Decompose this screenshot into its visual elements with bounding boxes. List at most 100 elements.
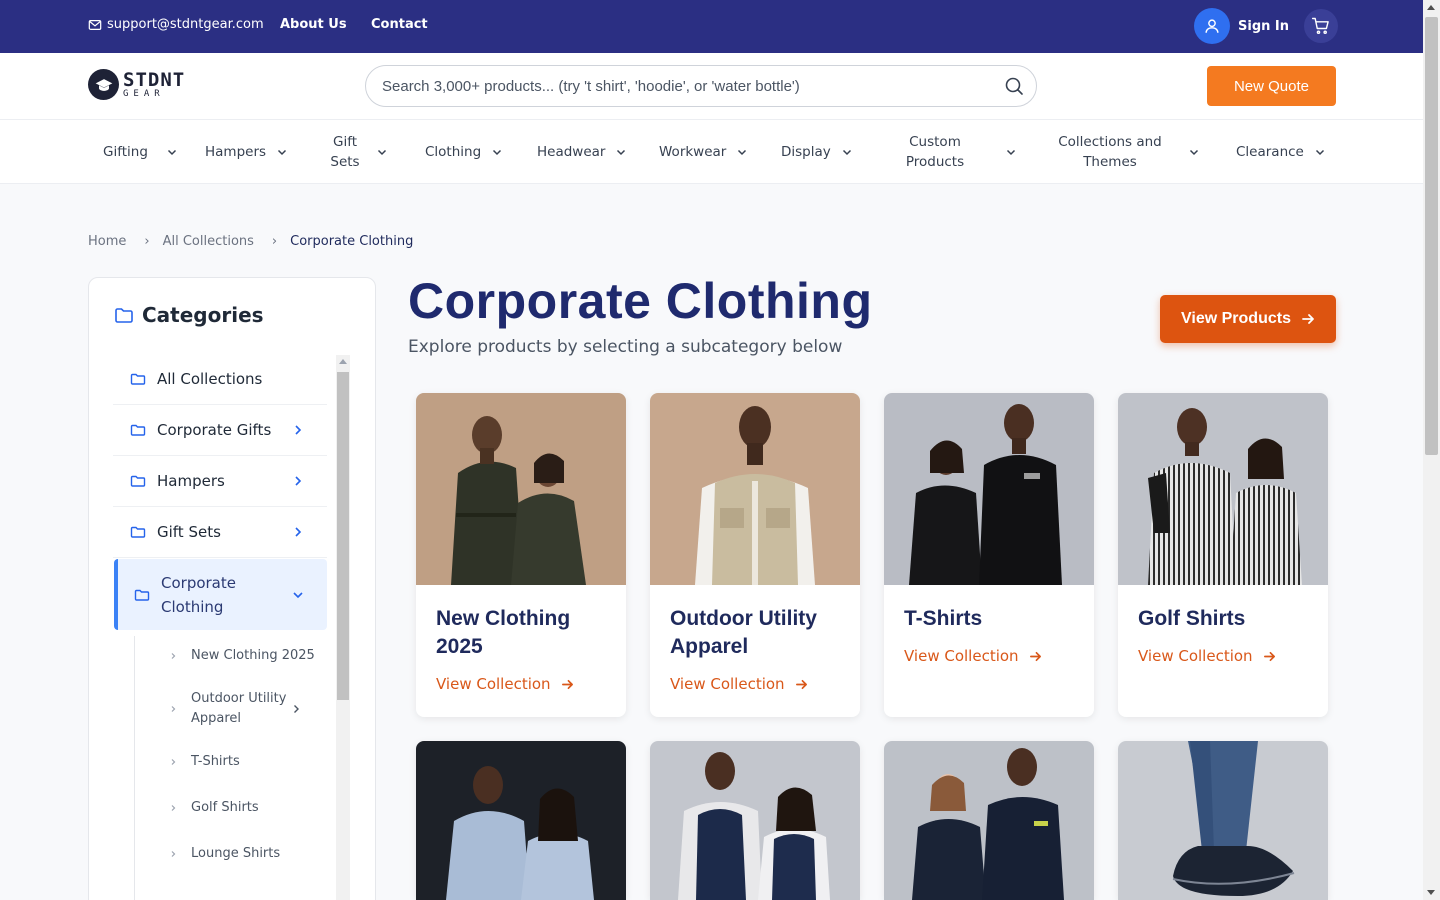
chevron-down-icon xyxy=(1006,149,1016,156)
collection-image xyxy=(650,741,860,900)
sign-in-label: Sign In xyxy=(1238,18,1289,34)
chevron-down-icon[interactable] xyxy=(291,588,305,602)
scroll-up-arrow-icon[interactable] xyxy=(339,359,347,364)
cart-icon xyxy=(1311,17,1329,35)
nav-label: Gift Sets xyxy=(330,134,360,170)
collection-card-image-row2-1[interactable] xyxy=(416,741,626,900)
breadcrumb-home[interactable]: Home xyxy=(88,234,126,249)
collection-card-image-row2-3[interactable] xyxy=(884,741,1094,900)
sidebar-item-label: Corporate Gifts xyxy=(157,421,272,439)
chevron-right-icon: › xyxy=(271,234,278,249)
nav-item-display[interactable]: Display xyxy=(781,120,853,184)
chevron-right-icon[interactable] xyxy=(290,703,302,715)
sidebar-scrollbar[interactable] xyxy=(336,355,350,900)
collection-title: Golf Shirts xyxy=(1138,607,1246,630)
nav-item-custom-products[interactable]: Custom Products xyxy=(895,120,1017,184)
subitem-golf-shirts[interactable]: Golf Shirts xyxy=(135,788,328,828)
subitem-lounge-shirts[interactable]: Lounge Shirts xyxy=(135,834,328,874)
page-scrollbar-thumb[interactable] xyxy=(1425,17,1438,455)
chevron-down-icon xyxy=(493,149,502,156)
nav-label: Gifting xyxy=(103,144,148,160)
sidebar-title: Categories xyxy=(114,303,264,327)
folder-icon xyxy=(130,424,146,436)
logo[interactable]: STDNT GEAR xyxy=(88,69,185,100)
sidebar-item-gift-sets[interactable]: Gift Sets xyxy=(113,507,327,558)
top-bar: support@stdntgear.com About Us Contact S… xyxy=(0,0,1423,53)
contact-link[interactable]: Contact xyxy=(371,17,428,32)
scroll-down-arrow-icon[interactable] xyxy=(1427,890,1435,895)
subitem-label: Outdoor Utility Apparel xyxy=(191,691,287,726)
collection-card-new-clothing-2025[interactable]: New Clothing 2025 View Collection xyxy=(416,393,626,717)
folder-icon xyxy=(130,373,146,385)
subitem-label: Lounge Shirts xyxy=(191,846,281,861)
search-icon[interactable] xyxy=(1004,76,1024,96)
breadcrumb-current: Corporate Clothing xyxy=(290,234,414,249)
nav-label: Hampers xyxy=(205,144,267,160)
breadcrumb-all-collections[interactable]: All Collections xyxy=(163,234,254,249)
sidebar-item-label: All Collections xyxy=(157,370,263,388)
nav-label: Collections and Themes xyxy=(1058,134,1162,170)
arrow-right-icon xyxy=(1302,314,1314,324)
collection-card-golf-shirts[interactable]: Golf Shirts View Collection xyxy=(1118,393,1328,717)
main-nav: Gifting Hampers Gift Sets Clothing Headw… xyxy=(0,120,1423,184)
page-subtitle: Explore products by selecting a subcateg… xyxy=(408,337,843,357)
view-products-button[interactable]: View Products xyxy=(1160,295,1336,343)
search-input[interactable] xyxy=(382,76,982,96)
nav-item-gift-sets[interactable]: Gift Sets xyxy=(328,120,388,184)
chevron-down-icon xyxy=(738,149,747,156)
collection-title: Outdoor Utility Apparel xyxy=(670,607,817,658)
chevron-right-icon[interactable] xyxy=(291,474,305,488)
view-collection-link[interactable]: View Collection xyxy=(436,675,574,693)
mail-icon xyxy=(88,19,102,30)
sign-in-button[interactable]: Sign In xyxy=(1194,8,1289,44)
view-collection-link[interactable]: View Collection xyxy=(670,675,808,693)
subitem-t-shirts[interactable]: T-Shirts xyxy=(135,742,328,782)
breadcrumb: Home › All Collections › Corporate Cloth… xyxy=(88,234,413,249)
folder-icon xyxy=(115,308,133,323)
cart-button[interactable] xyxy=(1304,9,1338,43)
arrow-right-icon xyxy=(1263,651,1275,661)
nav-item-gifting[interactable]: Gifting xyxy=(103,120,178,184)
collection-card-t-shirts[interactable]: T-Shirts View Collection xyxy=(884,393,1094,717)
nav-item-workwear[interactable]: Workwear xyxy=(659,120,748,184)
collection-image xyxy=(416,741,626,900)
chevron-right-icon[interactable] xyxy=(291,423,305,437)
chevron-right-icon xyxy=(171,805,176,811)
nav-item-clothing[interactable]: Clothing xyxy=(425,120,503,184)
logo-main: STDNT xyxy=(123,68,186,91)
support-email-link[interactable]: support@stdntgear.com xyxy=(88,17,264,32)
nav-item-headwear[interactable]: Headwear xyxy=(537,120,627,184)
collection-card-outdoor-utility-apparel[interactable]: Outdoor Utility Apparel View Collection xyxy=(650,393,860,717)
avatar xyxy=(1194,8,1230,44)
view-collection-label: View Collection xyxy=(670,675,785,693)
collection-image xyxy=(884,741,1094,900)
chevron-down-icon xyxy=(278,149,287,156)
nav-item-collections-themes[interactable]: Collections and Themes xyxy=(1052,120,1200,184)
scroll-up-arrow-icon[interactable] xyxy=(1427,5,1435,10)
view-collection-link[interactable]: View Collection xyxy=(904,647,1042,665)
about-us-link[interactable]: About Us xyxy=(280,17,347,32)
sidebar-item-corporate-clothing[interactable]: Corporate Clothing xyxy=(114,559,327,630)
collection-image xyxy=(650,393,860,585)
sidebar-item-corporate-gifts[interactable]: Corporate Gifts xyxy=(113,405,327,456)
chevron-right-icon[interactable] xyxy=(291,525,305,539)
sidebar-item-all-collections[interactable]: All Collections xyxy=(113,354,327,405)
collection-card-image-row2-2[interactable] xyxy=(650,741,860,900)
header: STDNT GEAR New Quote xyxy=(0,53,1423,120)
sidebar-scrollbar-thumb[interactable] xyxy=(337,372,349,700)
folder-icon xyxy=(130,475,146,487)
chevron-down-icon xyxy=(1315,149,1324,156)
subitem-outdoor-utility-apparel[interactable]: Outdoor Utility Apparel xyxy=(135,676,328,742)
folder-icon xyxy=(134,589,150,601)
page-scrollbar[interactable] xyxy=(1423,0,1440,900)
chevron-right-icon xyxy=(171,759,176,765)
collection-card-image-row2-4[interactable] xyxy=(1118,741,1328,900)
sidebar-item-hampers[interactable]: Hampers xyxy=(113,456,327,507)
subitem-new-clothing-2025[interactable]: New Clothing 2025 xyxy=(135,636,328,676)
nav-item-hampers[interactable]: Hampers xyxy=(205,120,288,184)
chevron-down-icon xyxy=(842,149,851,156)
new-quote-button[interactable]: New Quote xyxy=(1207,66,1336,106)
nav-item-clearance[interactable]: Clearance xyxy=(1236,120,1326,184)
view-collection-link[interactable]: View Collection xyxy=(1138,647,1276,665)
nav-label: Workwear xyxy=(659,144,727,160)
